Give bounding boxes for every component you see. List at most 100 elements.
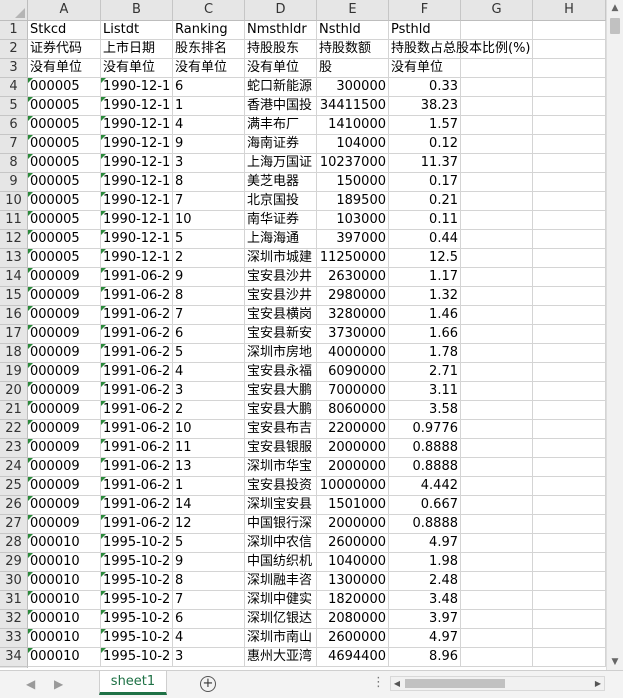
cell-d6[interactable]: 满丰布厂	[245, 116, 317, 135]
cell-h15[interactable]	[533, 287, 606, 306]
scroll-right-arrow-icon[interactable]: ▶	[592, 677, 604, 690]
cell-d18[interactable]: 深圳市房地	[245, 344, 317, 363]
cell-a9[interactable]: 000005	[28, 173, 101, 192]
cell-f27[interactable]: 0.8888	[389, 515, 461, 534]
cell-e25[interactable]: 10000000	[317, 477, 389, 496]
cell-e22[interactable]: 2200000	[317, 420, 389, 439]
cell-g17[interactable]	[461, 325, 533, 344]
scroll-left-arrow-icon[interactable]: ◀	[391, 677, 403, 690]
cell-h31[interactable]	[533, 591, 606, 610]
cell-f21[interactable]: 3.58	[389, 401, 461, 420]
cell-b9[interactable]: 1990-12-1	[101, 173, 173, 192]
row-header-17[interactable]: 17	[0, 325, 28, 344]
cell-h30[interactable]	[533, 572, 606, 591]
cell-b7[interactable]: 1990-12-1	[101, 135, 173, 154]
previous-sheet-icon[interactable]: ◀	[26, 677, 35, 691]
cell-f33[interactable]: 4.97	[389, 629, 461, 648]
cell-a7[interactable]: 000005	[28, 135, 101, 154]
cell-h34[interactable]	[533, 648, 606, 667]
cell-a32[interactable]: 000010	[28, 610, 101, 629]
cell-f20[interactable]: 3.11	[389, 382, 461, 401]
row-header-1[interactable]: 1	[0, 21, 28, 40]
row-header-14[interactable]: 14	[0, 268, 28, 287]
next-sheet-icon[interactable]: ▶	[54, 677, 63, 691]
cell-d2[interactable]: 持股股东	[245, 40, 317, 59]
cell-e28[interactable]: 2600000	[317, 534, 389, 553]
row-header-28[interactable]: 28	[0, 534, 28, 553]
cell-g3[interactable]	[461, 59, 533, 78]
cell-c18[interactable]: 5	[173, 344, 245, 363]
row-header-7[interactable]: 7	[0, 135, 28, 154]
horizontal-scrollbar[interactable]: ◀ ▶	[390, 676, 605, 691]
cell-h20[interactable]	[533, 382, 606, 401]
row-header-13[interactable]: 13	[0, 249, 28, 268]
cell-g13[interactable]	[461, 249, 533, 268]
column-header-g[interactable]: G	[461, 0, 533, 21]
row-header-11[interactable]: 11	[0, 211, 28, 230]
cell-a11[interactable]: 000005	[28, 211, 101, 230]
cell-h18[interactable]	[533, 344, 606, 363]
cell-a1[interactable]: Stkcd	[28, 21, 101, 40]
cell-f3[interactable]: 没有单位	[389, 59, 461, 78]
cell-d1[interactable]: Nmsthldr	[245, 21, 317, 40]
cell-f22[interactable]: 0.9776	[389, 420, 461, 439]
cell-b19[interactable]: 1991-06-2	[101, 363, 173, 382]
cell-c23[interactable]: 11	[173, 439, 245, 458]
cell-h27[interactable]	[533, 515, 606, 534]
cell-g14[interactable]	[461, 268, 533, 287]
row-header-26[interactable]: 26	[0, 496, 28, 515]
cell-f9[interactable]: 0.17	[389, 173, 461, 192]
cell-h5[interactable]	[533, 97, 606, 116]
cell-d7[interactable]: 海南证券	[245, 135, 317, 154]
cell-h1[interactable]	[533, 21, 606, 40]
cell-c5[interactable]: 1	[173, 97, 245, 116]
cell-h17[interactable]	[533, 325, 606, 344]
row-header-24[interactable]: 24	[0, 458, 28, 477]
cell-g16[interactable]	[461, 306, 533, 325]
cell-e13[interactable]: 11250000	[317, 249, 389, 268]
cell-b6[interactable]: 1990-12-1	[101, 116, 173, 135]
cell-e10[interactable]: 189500	[317, 192, 389, 211]
cell-b13[interactable]: 1990-12-1	[101, 249, 173, 268]
cell-b21[interactable]: 1991-06-2	[101, 401, 173, 420]
column-header-d[interactable]: D	[245, 0, 317, 21]
cell-g9[interactable]	[461, 173, 533, 192]
cell-c30[interactable]: 8	[173, 572, 245, 591]
cell-e31[interactable]: 1820000	[317, 591, 389, 610]
cell-f29[interactable]: 1.98	[389, 553, 461, 572]
cell-b34[interactable]: 1995-10-2	[101, 648, 173, 667]
cell-a4[interactable]: 000005	[28, 78, 101, 97]
row-header-29[interactable]: 29	[0, 553, 28, 572]
cell-d26[interactable]: 深圳宝安县	[245, 496, 317, 515]
column-header-f[interactable]: F	[389, 0, 461, 21]
cell-f7[interactable]: 0.12	[389, 135, 461, 154]
cell-h14[interactable]	[533, 268, 606, 287]
cell-c9[interactable]: 8	[173, 173, 245, 192]
cell-e18[interactable]: 4000000	[317, 344, 389, 363]
cell-c6[interactable]: 4	[173, 116, 245, 135]
cell-a23[interactable]: 000009	[28, 439, 101, 458]
cell-h2[interactable]	[533, 40, 606, 59]
cell-h25[interactable]	[533, 477, 606, 496]
cell-e20[interactable]: 7000000	[317, 382, 389, 401]
cell-h12[interactable]	[533, 230, 606, 249]
scroll-up-arrow-icon[interactable]: ▲	[607, 0, 623, 16]
cell-h24[interactable]	[533, 458, 606, 477]
cell-e14[interactable]: 2630000	[317, 268, 389, 287]
cell-b4[interactable]: 1990-12-1	[101, 78, 173, 97]
cell-g26[interactable]	[461, 496, 533, 515]
cell-a13[interactable]: 000005	[28, 249, 101, 268]
cell-b24[interactable]: 1991-06-2	[101, 458, 173, 477]
cell-b30[interactable]: 1995-10-2	[101, 572, 173, 591]
row-header-23[interactable]: 23	[0, 439, 28, 458]
cell-h9[interactable]	[533, 173, 606, 192]
cell-h3[interactable]	[533, 59, 606, 78]
cell-d29[interactable]: 中国纺织机	[245, 553, 317, 572]
cell-b31[interactable]: 1995-10-2	[101, 591, 173, 610]
cell-h26[interactable]	[533, 496, 606, 515]
cell-c3[interactable]: 没有单位	[173, 59, 245, 78]
row-header-31[interactable]: 31	[0, 591, 28, 610]
cell-d34[interactable]: 惠州大亚湾	[245, 648, 317, 667]
row-header-12[interactable]: 12	[0, 230, 28, 249]
cell-g32[interactable]	[461, 610, 533, 629]
